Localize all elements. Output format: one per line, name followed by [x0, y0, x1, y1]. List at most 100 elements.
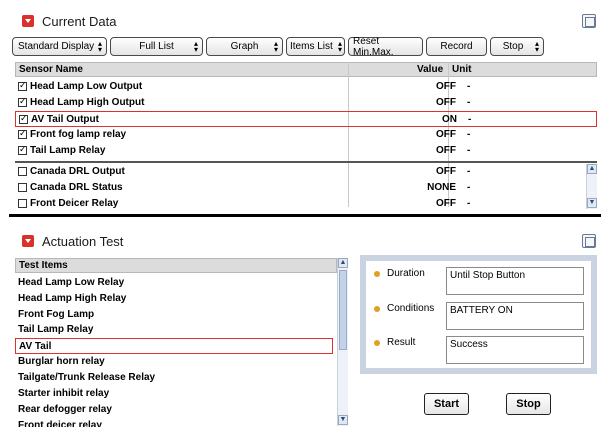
sensor-value: OFF	[436, 198, 456, 209]
items-list-dropdown[interactable]: Items List ▴ ▾	[286, 37, 345, 56]
sensor-value: OFF	[436, 145, 456, 156]
sensor-row[interactable]: Canada DRL Output OFF -	[15, 164, 597, 180]
standard-display-dropdown[interactable]: Standard Display ▴ ▾	[12, 37, 107, 56]
dropdown-arrow-icon: ▴ ▾	[273, 39, 278, 54]
sensor-unit: -	[467, 145, 471, 156]
sensor-row[interactable]: Front fog lamp relay OFF -	[15, 127, 597, 143]
row-checkbox[interactable]	[18, 183, 27, 192]
sensor-row[interactable]: Front Deicer Relay OFF -	[15, 196, 597, 212]
graph-label: Graph	[230, 41, 259, 52]
scroll-down-icon[interactable]: ▼	[338, 415, 348, 425]
sensor-unit: -	[467, 97, 471, 108]
duration-value: Until Stop Button	[446, 267, 584, 295]
sensor-value: OFF	[436, 81, 456, 92]
sensor-value: NONE	[427, 182, 456, 193]
sensor-name: Tail Lamp Relay	[30, 145, 106, 156]
dropdown-arrow-icon: ▴ ▾	[193, 39, 198, 54]
stop-button[interactable]: Stop	[506, 393, 551, 415]
duration-field: Duration Until Stop Button	[374, 267, 589, 297]
test-item[interactable]: Rear defogger relay	[15, 402, 333, 418]
sensor-unit: -	[467, 166, 471, 177]
bullet-icon	[374, 340, 380, 346]
maximize-icon[interactable]	[582, 234, 596, 248]
scroll-up-icon[interactable]: ▲	[587, 164, 597, 174]
sensor-row[interactable]: Canada DRL Status NONE -	[15, 180, 597, 196]
sensor-name: Front fog lamp relay	[30, 129, 127, 140]
test-item-selected[interactable]: AV Tail	[15, 338, 333, 354]
sensor-row[interactable]: Tail Lamp Relay OFF -	[15, 143, 597, 159]
row-checkbox[interactable]	[18, 128, 27, 139]
start-button[interactable]: Start	[424, 393, 469, 415]
sensor-name: Canada DRL Status	[30, 182, 123, 193]
test-details-panel: Duration Until Stop Button Conditions BA…	[360, 255, 597, 374]
result-field: Result Success	[374, 336, 589, 366]
row-checkbox[interactable]	[19, 113, 28, 124]
sensor-value: OFF	[436, 166, 456, 177]
dropdown-arrow-icon: ▴ ▾	[337, 39, 342, 54]
full-list-dropdown[interactable]: Full List ▴ ▾	[110, 37, 203, 56]
collapse-icon[interactable]	[22, 235, 34, 247]
row-checkbox[interactable]	[18, 199, 27, 208]
sensor-unit: -	[467, 81, 471, 92]
sensor-name: Head Lamp Low Output	[30, 81, 143, 92]
sensor-name: Front Deicer Relay	[30, 198, 119, 209]
dropdown-arrow-icon: ▴ ▾	[534, 39, 539, 54]
test-item[interactable]: Front deicer relay	[15, 418, 333, 427]
row-checkbox[interactable]	[18, 167, 27, 176]
conditions-value: BATTERY ON	[446, 302, 584, 330]
scroll-thumb[interactable]	[339, 270, 347, 350]
standard-display-label: Standard Display	[18, 41, 95, 52]
sensor-table-header: Sensor Name Value Unit	[15, 62, 597, 77]
graph-dropdown[interactable]: Graph ▴ ▾	[206, 37, 283, 56]
scroll-up-icon[interactable]: ▲	[338, 258, 348, 268]
sensor-row-selected[interactable]: AV Tail Output ON -	[15, 111, 597, 127]
record-label: Record	[440, 41, 473, 52]
test-item[interactable]: Tail Lamp Relay	[15, 322, 333, 338]
row-checkbox[interactable]	[18, 144, 27, 155]
row-checkbox[interactable]	[18, 80, 27, 91]
test-items-header: Test Items	[15, 258, 337, 273]
bullet-icon	[374, 306, 380, 312]
test-item[interactable]: Head Lamp High Relay	[15, 291, 333, 307]
maximize-icon[interactable]	[582, 14, 596, 28]
dropdown-arrow-icon: ▴ ▾	[97, 39, 102, 54]
current-data-toolbar: Standard Display ▴ ▾ Full List ▴ ▾ Graph ▴…	[12, 35, 544, 58]
sensor-value: OFF	[436, 129, 456, 140]
current-data-title: Current Data	[42, 13, 117, 29]
test-items-scrollbar[interactable]: ▲ ▼	[337, 258, 348, 426]
sensor-row[interactable]: Head Lamp High Output OFF -	[15, 95, 597, 111]
scroll-down-icon[interactable]: ▼	[587, 198, 597, 208]
sensor-name: AV Tail Output	[31, 114, 99, 125]
sensor-value: ON	[442, 114, 457, 125]
stop-dropdown[interactable]: Stop ▴ ▾	[490, 37, 544, 56]
sensor-value: OFF	[436, 97, 456, 108]
collapse-icon[interactable]	[22, 15, 34, 27]
row-checkbox[interactable]	[18, 96, 27, 107]
test-details-inner: Duration Until Stop Button Conditions BA…	[366, 261, 591, 368]
sensor-unit: -	[467, 198, 471, 209]
reset-min-max-label: Reset Min.Max.	[353, 35, 394, 58]
unit-column-header: Unit	[452, 64, 472, 75]
record-button[interactable]: Record	[426, 37, 487, 56]
test-item[interactable]: Starter inhibit relay	[15, 386, 333, 402]
actuation-test-header: Actuation Test	[8, 230, 123, 252]
result-value: Success	[446, 336, 584, 364]
test-item[interactable]: Front Fog Lamp	[15, 307, 333, 323]
sensor-unit: -	[467, 182, 471, 193]
test-item[interactable]: Head Lamp Low Relay	[15, 275, 333, 291]
sensor-unit: -	[467, 129, 471, 140]
sensor-unit: -	[468, 114, 472, 125]
fixed-rows-separator	[15, 161, 597, 163]
sensor-row[interactable]: Head Lamp Low Output OFF -	[15, 79, 597, 95]
test-item[interactable]: Burglar horn relay	[15, 354, 333, 370]
sensor-name: Canada DRL Output	[30, 166, 125, 177]
sensor-name-column-header: Sensor Name	[19, 64, 83, 75]
sensor-name: Head Lamp High Output	[30, 97, 145, 108]
duration-label: Duration	[387, 268, 425, 279]
sensor-scrollbar[interactable]: ▲ ▼	[586, 164, 597, 209]
test-item[interactable]: Tailgate/Trunk Release Relay	[15, 370, 333, 386]
value-column-header: Value	[417, 64, 444, 75]
reset-min-max-button[interactable]: Reset Min.Max.	[348, 35, 423, 58]
current-data-header: Current Data	[8, 10, 116, 32]
full-list-label: Full List	[139, 41, 174, 52]
